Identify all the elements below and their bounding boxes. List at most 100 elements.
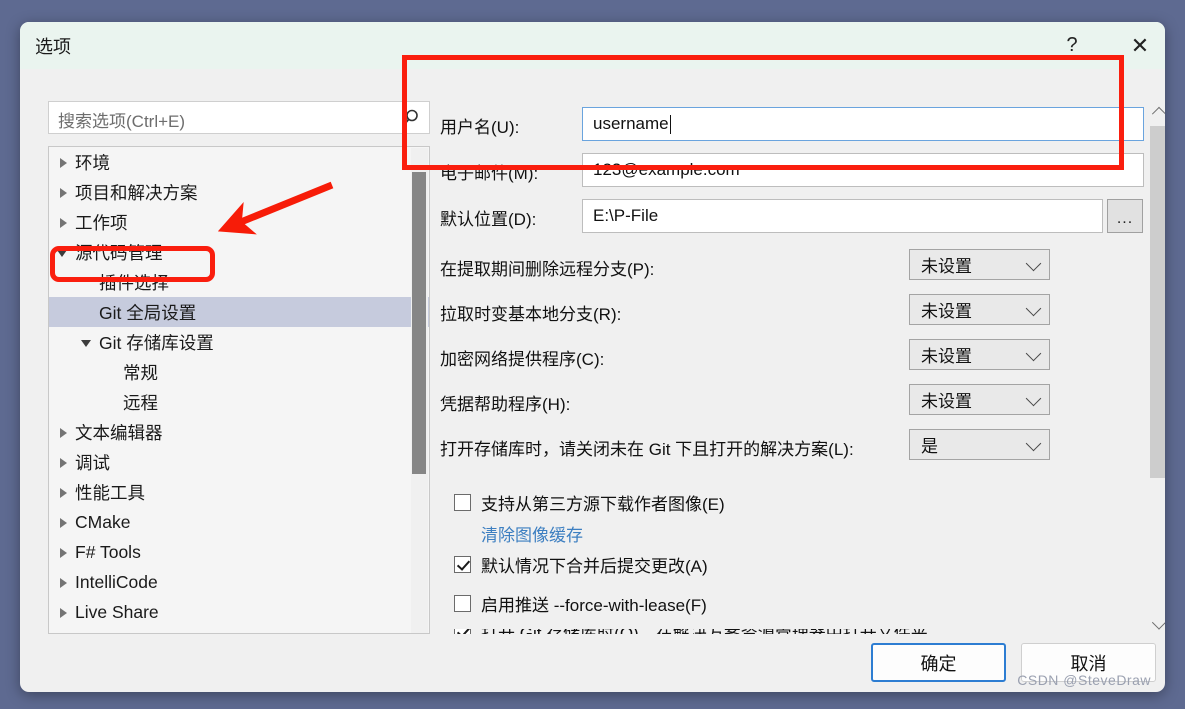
tree-item-label: Live Share	[75, 601, 159, 622]
credential-select[interactable]: 未设置	[909, 384, 1050, 415]
tree-item[interactable]: 远程	[49, 387, 429, 417]
chevron-down-icon	[1025, 435, 1042, 452]
chevron-right-icon[interactable]	[57, 456, 70, 469]
tree-item[interactable]: CMake	[49, 507, 429, 537]
chevron-right-icon[interactable]	[57, 516, 70, 529]
browse-button[interactable]: ...	[1107, 199, 1143, 233]
credential-value: 未设置	[921, 392, 972, 411]
scroll-down-icon[interactable]	[1148, 613, 1165, 634]
tree-item[interactable]: 文本编辑器	[49, 417, 429, 447]
tree-item-label: CMake	[75, 511, 131, 532]
tree-item[interactable]: 调试	[49, 447, 429, 477]
settings-scrollbar[interactable]	[1148, 100, 1165, 634]
location-value: E:\P-File	[593, 206, 659, 225]
dialog-title: 选项	[35, 37, 71, 57]
tree-scrollbar-thumb[interactable]	[412, 172, 426, 474]
tree-item[interactable]: 项目和解决方案	[49, 177, 429, 207]
chevron-down-icon[interactable]	[81, 336, 94, 349]
settings-scrollbar-thumb[interactable]	[1150, 126, 1165, 478]
search-icon	[402, 109, 418, 127]
git-global-settings-pane: 用户名(U): username 电子邮件(M): 123@example.co…	[430, 78, 1165, 634]
commit-after-merge-checkbox-row[interactable]: 默认情况下合并后提交更改(A)	[454, 552, 708, 577]
tree-item[interactable]: IntelliCode	[49, 567, 429, 597]
tree-item[interactable]: 工作项	[49, 207, 429, 237]
tree-item[interactable]: 源代码管理	[49, 237, 429, 267]
tree-scrollbar[interactable]	[411, 148, 428, 633]
tree-item-label: 调试	[75, 452, 110, 473]
tree-item-label: Git 存储库设置	[99, 332, 214, 353]
help-icon[interactable]: ?	[1049, 22, 1095, 69]
author-images-checkbox[interactable]	[454, 494, 471, 511]
rebase-select[interactable]: 未设置	[909, 294, 1050, 325]
tree-item-label: 工作项	[75, 212, 128, 233]
force-with-lease-checkbox-row[interactable]: 启用推送 --force-with-lease(F)	[454, 591, 707, 616]
tree-item-label: 环境	[75, 152, 110, 173]
dialog-titlebar: 选项 ? ✕	[20, 22, 1165, 69]
tree-item-label: F# Tools	[75, 541, 141, 562]
tree-item[interactable]: 环境	[49, 147, 429, 177]
chevron-right-icon[interactable]	[57, 486, 70, 499]
tree-item[interactable]: 插件选择	[49, 267, 429, 297]
ok-button[interactable]: 确定	[871, 643, 1006, 682]
username-label: 用户名(U):	[440, 118, 520, 137]
tree-item[interactable]: NuGet 包管理器	[49, 627, 429, 634]
chevron-down-icon	[1025, 390, 1042, 407]
rebase-label: 拉取时变基本地分支(R):	[440, 305, 622, 324]
clear-image-cache-link[interactable]: 清除图像缓存	[481, 521, 583, 546]
chevron-right-icon[interactable]	[57, 156, 70, 169]
scroll-up-icon[interactable]	[1148, 100, 1165, 121]
prune-select[interactable]: 未设置	[909, 249, 1050, 280]
crypto-select[interactable]: 未设置	[909, 339, 1050, 370]
force-with-lease-checkbox[interactable]	[454, 595, 471, 612]
tree-item-label: NuGet 包管理器	[75, 630, 200, 634]
email-value: 123@example.com	[593, 160, 740, 179]
chevron-down-icon	[1025, 300, 1042, 317]
chevron-down-icon[interactable]	[57, 246, 70, 259]
rebase-value: 未设置	[921, 302, 972, 321]
username-value: username	[593, 114, 669, 133]
chevron-right-icon[interactable]	[57, 216, 70, 229]
location-label: 默认位置(D):	[440, 210, 537, 229]
location-input[interactable]: E:\P-File	[582, 199, 1103, 233]
username-input[interactable]: username	[582, 107, 1144, 141]
chevron-right-icon[interactable]	[57, 426, 70, 439]
tree-item[interactable]: Live Share	[49, 597, 429, 627]
chevron-right-icon[interactable]	[57, 606, 70, 619]
tree-item-label: Git 全局设置	[99, 302, 197, 323]
open-folder-checkbox-row[interactable]: 打开 Git 存储库时(O)，在解决方案资源管理器中打开文件夹	[454, 629, 928, 634]
tree-item-label: 常规	[123, 362, 158, 383]
tree-item-label: 项目和解决方案	[75, 182, 198, 203]
close-solution-label: 打开存储库时，请关闭未在 Git 下且打开的解决方案(L):	[440, 440, 854, 459]
tree-item-label: 性能工具	[75, 482, 145, 503]
crypto-value: 未设置	[921, 347, 972, 366]
author-images-checkbox-row[interactable]: 支持从第三方源下载作者图像(E)	[454, 490, 725, 515]
close-solution-select[interactable]: 是	[909, 429, 1050, 460]
open-folder-label: 打开 Git 存储库时(O)，在解决方案资源管理器中打开文件夹	[481, 629, 928, 634]
force-with-lease-label: 启用推送 --force-with-lease(F)	[481, 596, 707, 615]
chevron-right-icon[interactable]	[57, 546, 70, 559]
close-solution-value: 是	[921, 437, 938, 456]
chevron-right-icon[interactable]	[57, 186, 70, 199]
tree-item-label: 插件选择	[99, 272, 169, 293]
chevron-right-icon[interactable]	[57, 576, 70, 589]
open-folder-checkbox[interactable]	[454, 629, 471, 634]
tree-item[interactable]: Git 存储库设置	[49, 327, 429, 357]
tree-item[interactable]: Git 全局设置	[49, 297, 429, 327]
search-input[interactable]: 搜索选项(Ctrl+E)	[48, 101, 430, 134]
email-input[interactable]: 123@example.com	[582, 153, 1144, 187]
close-icon[interactable]: ✕	[1117, 22, 1163, 69]
screen: 选项 ? ✕ 搜索选项(Ctrl+E) 环境项目和解决方案 工作项源代码管理插件选…	[0, 0, 1185, 709]
commit-after-merge-checkbox[interactable]	[454, 556, 471, 573]
text-caret	[669, 114, 671, 134]
tree-item[interactable]: 常规	[49, 357, 429, 387]
chevron-down-icon	[1025, 345, 1042, 362]
options-tree[interactable]: 环境项目和解决方案 工作项源代码管理插件选择 Git 全局设置 Git 存储库设置常规…	[48, 146, 430, 634]
tree-item[interactable]: F# Tools	[49, 537, 429, 567]
tree-item[interactable]: 性能工具	[49, 477, 429, 507]
tree-item-label: 文本编辑器	[75, 422, 163, 443]
tree-item-label: IntelliCode	[75, 571, 158, 592]
